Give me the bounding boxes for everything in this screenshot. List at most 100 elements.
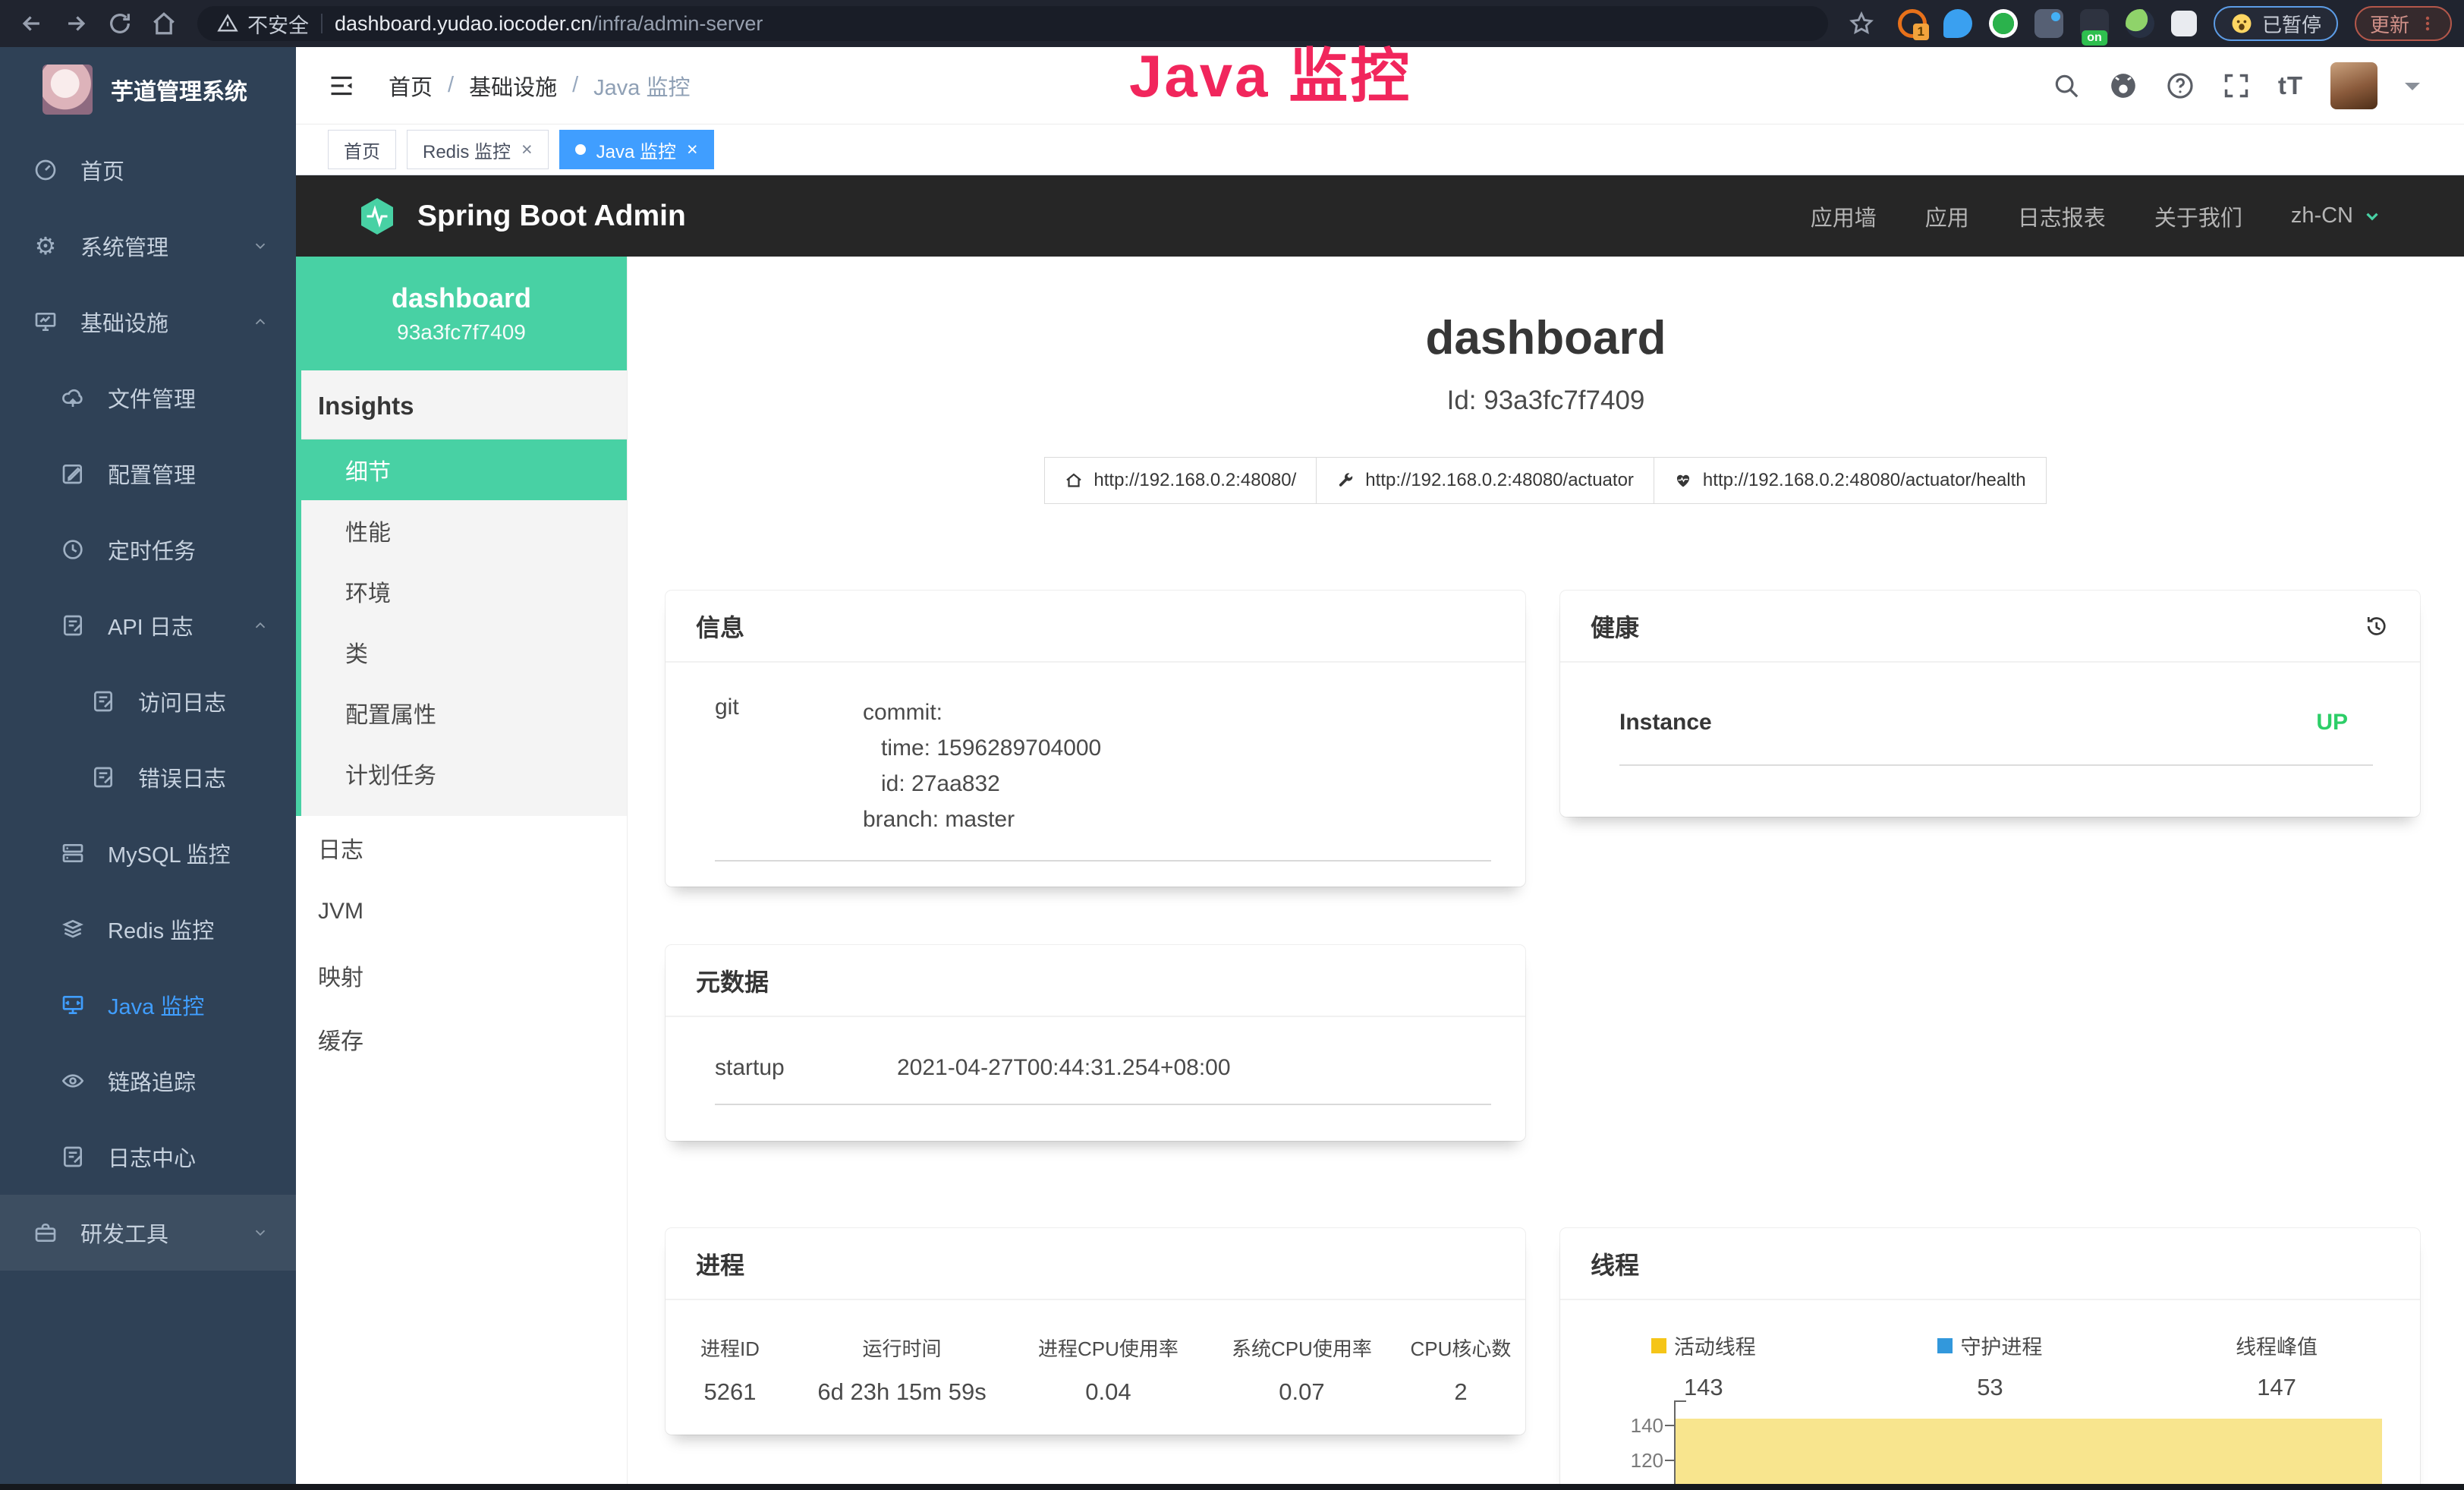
sba-nav-wall[interactable]: 应用墙: [1811, 200, 1877, 232]
sidebar-item-system[interactable]: ⚙ 系统管理: [0, 208, 296, 284]
star-icon: [1849, 11, 1874, 36]
home-button[interactable]: [144, 4, 184, 43]
tab-home[interactable]: 首页: [328, 130, 396, 169]
bookmark-button[interactable]: [1842, 4, 1881, 43]
extension-icon-4[interactable]: [2034, 9, 2063, 38]
tab-redis-monitor[interactable]: Redis 监控 ×: [407, 130, 549, 169]
sba-item-metrics[interactable]: 性能: [301, 500, 627, 561]
user-avatar[interactable]: [2330, 62, 2377, 109]
cloud-upload-icon: [59, 386, 87, 410]
security-status[interactable]: 不安全: [217, 9, 309, 39]
url-text: dashboard.yudao.iocoder.cn/infra/admin-s…: [335, 12, 763, 36]
val-process-cpu: 0.04: [1009, 1378, 1207, 1406]
font-size-button[interactable]: tT: [2278, 71, 2303, 100]
sba-nav-journal[interactable]: 日志报表: [2018, 200, 2106, 232]
active-dot-icon: [575, 144, 586, 155]
app-brand: 芋道管理系统: [111, 73, 247, 106]
sidebar-item-label: 错误日志: [138, 761, 226, 793]
fullscreen-icon: [2222, 71, 2251, 100]
sba-item-scheduled-tasks[interactable]: 计划任务: [301, 743, 627, 804]
back-icon: [19, 11, 45, 36]
sba-item-logs[interactable]: 日志: [296, 816, 627, 880]
extension-icon-2[interactable]: [1943, 9, 1972, 38]
chevron-down-icon: [252, 1224, 269, 1241]
log-doc-icon: [90, 689, 117, 713]
extension-icon-5[interactable]: on: [2080, 9, 2109, 38]
card-process-title: 进程: [666, 1228, 1525, 1300]
paused-indicator[interactable]: 已暂停: [2214, 6, 2338, 41]
tabs-bar: 首页 Redis 监控 × Java 监控 ×: [296, 124, 2464, 175]
card-health-head: 健康: [1560, 591, 2420, 663]
insights-panel: Insights 细节 性能 环境 类 配置属性 计划任务: [296, 370, 627, 816]
help-button[interactable]: [2166, 71, 2195, 100]
address-bar[interactable]: 不安全 dashboard.yudao.iocoder.cn/infra/adm…: [197, 6, 1828, 41]
extension-icon-6[interactable]: [2126, 9, 2154, 38]
service-url-link[interactable]: http://192.168.0.2:48080/: [1044, 457, 1317, 504]
sidebar-item-config[interactable]: 配置管理: [0, 436, 296, 512]
fullscreen-button[interactable]: [2222, 71, 2251, 100]
sidebar-item-infra[interactable]: 基础设施: [0, 284, 296, 360]
app-logo[interactable]: 芋道管理系统: [0, 47, 296, 132]
sidebar-item-log-center[interactable]: 日志中心: [0, 1119, 296, 1195]
git-time-line: time: 1596289704000: [863, 730, 1101, 766]
extension-icon-1[interactable]: 1: [1898, 9, 1927, 38]
collapse-menu-button[interactable]: [328, 72, 355, 99]
sidebar-item-java-monitor[interactable]: Java 监控: [0, 967, 296, 1043]
sidebar-item-error-logs[interactable]: 错误日志: [0, 739, 296, 815]
tab-java-monitor[interactable]: Java 监控 ×: [559, 130, 714, 169]
sba-item-mappings[interactable]: 映射: [296, 943, 627, 1007]
card-threads: 线程 活动线程 143 守护进程 53 线程峰值 147 140 120 100: [1560, 1228, 2420, 1490]
sba-nav-links: 应用墙 应用 日志报表 关于我们 zh-CN: [1811, 200, 2382, 232]
sidebar-item-tracing[interactable]: 链路追踪: [0, 1043, 296, 1119]
update-button[interactable]: 更新: [2355, 6, 2452, 41]
extensions-puzzle-icon[interactable]: [2171, 11, 2197, 36]
sidebar-item-redis-monitor[interactable]: Redis 监控: [0, 891, 296, 967]
breadcrumb-infra[interactable]: 基础设施: [469, 70, 557, 102]
sba-item-caches[interactable]: 缓存: [296, 1007, 627, 1071]
github-button[interactable]: [2108, 71, 2138, 101]
instance-header[interactable]: dashboard 93a3fc7f7409: [296, 257, 627, 370]
sba-item-classes[interactable]: 类: [301, 622, 627, 682]
back-button[interactable]: [12, 4, 52, 43]
sba-item-details[interactable]: 细节: [296, 439, 627, 500]
sidebar-item-files[interactable]: 文件管理: [0, 360, 296, 436]
sidebar-item-dev-tools[interactable]: 研发工具: [0, 1195, 296, 1271]
monitor-chart-icon: [32, 310, 59, 334]
git-branch-line: branch: master: [863, 802, 1101, 837]
search-button[interactable]: [2052, 71, 2081, 100]
forward-button[interactable]: [56, 4, 96, 43]
sba-item-config-props[interactable]: 配置属性: [301, 682, 627, 743]
sba-nav-about[interactable]: 关于我们: [2154, 200, 2242, 232]
sba-sidebar: dashboard 93a3fc7f7409 Insights 细节 性能 环境…: [296, 257, 628, 1490]
sidebar-item-label: 文件管理: [108, 382, 196, 414]
close-icon[interactable]: ×: [521, 140, 533, 159]
gear-icon: ⚙: [32, 234, 59, 258]
locale-select[interactable]: zh-CN: [2291, 203, 2382, 228]
history-icon[interactable]: [2362, 613, 2390, 640]
sba-nav-applications[interactable]: 应用: [1925, 200, 1969, 232]
extension-icon-3[interactable]: [1989, 9, 2018, 38]
legend-label: 线程峰值: [2236, 1331, 2318, 1360]
sba-item-jvm[interactable]: JVM: [296, 880, 627, 943]
sba-brand[interactable]: Spring Boot Admin: [357, 196, 686, 237]
sidebar-item-api-logs[interactable]: API 日志: [0, 587, 296, 663]
warning-icon: [217, 13, 238, 34]
sidebar-item-jobs[interactable]: 定时任务: [0, 512, 296, 587]
github-icon: [2108, 71, 2138, 101]
legend-value: 143: [1684, 1374, 1723, 1401]
card-info-title: 信息: [666, 591, 1525, 663]
annotation-overlay: Java 监控: [1129, 29, 1411, 114]
breadcrumb-home[interactable]: 首页: [389, 70, 433, 102]
sidebar-item-mysql-monitor[interactable]: MySQL 监控: [0, 815, 296, 891]
reload-button[interactable]: [100, 4, 140, 43]
actuator-url-link[interactable]: http://192.168.0.2:48080/actuator: [1316, 457, 1654, 504]
close-icon[interactable]: ×: [687, 140, 698, 159]
user-menu-caret-icon[interactable]: [2405, 83, 2420, 98]
security-label: 不安全: [247, 9, 309, 39]
locale-label: zh-CN: [2291, 203, 2353, 228]
instance-links: http://192.168.0.2:48080/ http://192.168…: [628, 457, 2464, 504]
sba-item-environment[interactable]: 环境: [301, 561, 627, 622]
sidebar-item-access-logs[interactable]: 访问日志: [0, 663, 296, 739]
health-url-link[interactable]: http://192.168.0.2:48080/actuator/health: [1654, 457, 2047, 504]
sidebar-item-home[interactable]: 首页: [0, 132, 296, 208]
